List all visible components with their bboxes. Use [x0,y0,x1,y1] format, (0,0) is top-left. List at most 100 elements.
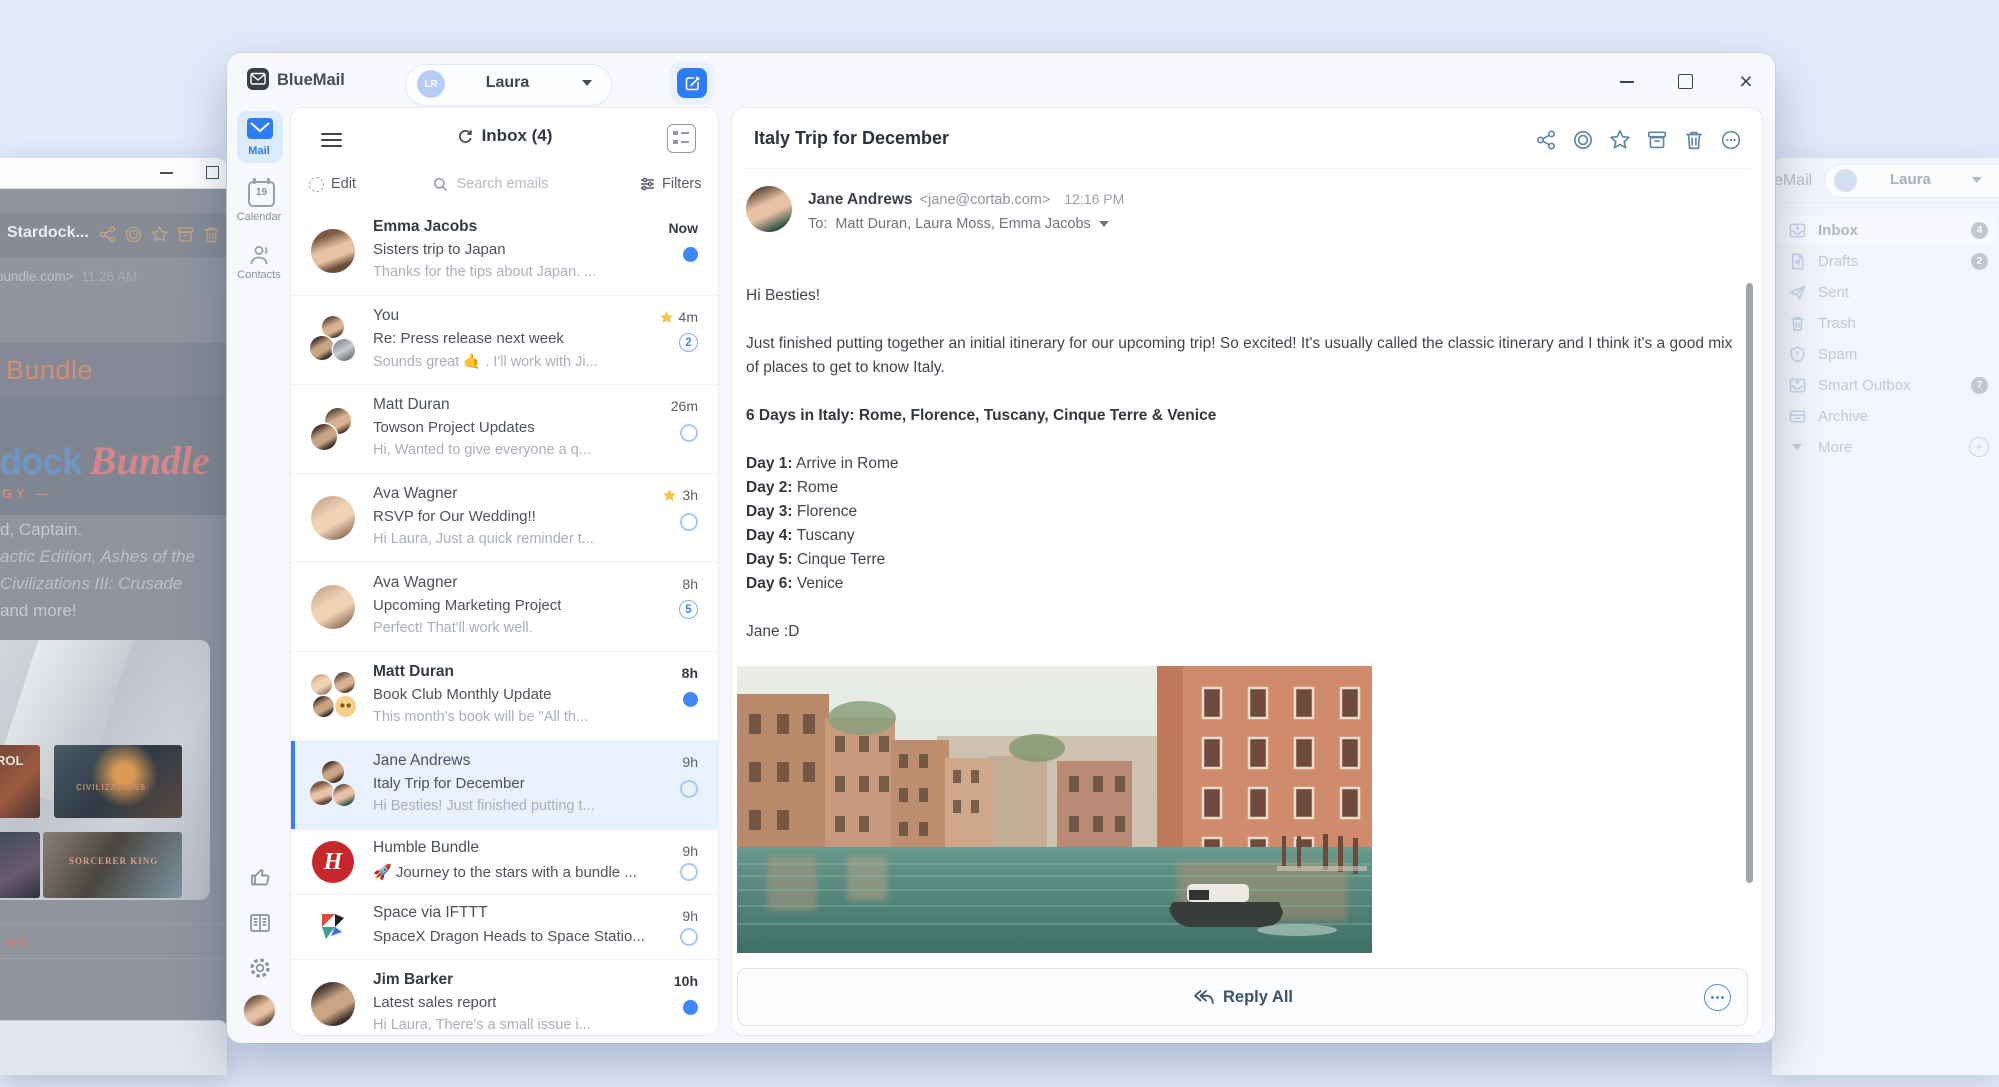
close-button[interactable]: × [1733,63,1759,99]
minimize-button[interactable] [1620,81,1634,83]
sender-email: <jane@cortab.com> [920,192,1051,208]
email-list-item[interactable]: Ava Wagner RSVP for Our Wedding!! Hi Lau… [291,473,718,562]
thread-count-badge[interactable]: 5 [679,600,698,619]
folder-item-smart-outbox[interactable]: Smart Outbox 7 [1778,371,1996,400]
email-snippet: This month's book will be "All th... [373,709,588,725]
bgl-maximize-button[interactable] [206,166,219,179]
divider [744,168,1750,169]
scrollbar-thumb[interactable] [1746,283,1753,883]
timestamp: 8h [682,665,698,681]
folder-label: Drafts [1818,253,1858,270]
avatar [309,903,357,951]
add-folder-icon[interactable]: + [1969,437,1989,457]
view-toggle-button[interactable] [667,124,696,153]
folder-label: Smart Outbox [1818,377,1911,394]
background-window-right: eMail Laura Inbox 4 Drafts 2 Sent [1772,158,1999,1075]
avatar-group [309,672,357,720]
embedded-photo[interactable] [737,666,1372,953]
reply-all-button[interactable]: Reply All [737,968,1748,1026]
reader-subject: Italy Trip for December [754,128,949,149]
itinerary-day: Day 3: Florence [746,500,1741,524]
chevron-down-icon [1972,177,1982,183]
archive-button[interactable] [1646,129,1668,151]
filter-icon [640,177,655,191]
unread-dot[interactable] [683,692,698,707]
timestamp: 10h [674,973,698,989]
itinerary-list: Day 1: Arrive in Rome Day 2: Rome Day 3:… [746,452,1741,596]
bgl-link[interactable]: ard [4,934,26,951]
filters-button[interactable]: Filters [640,176,701,192]
share-button[interactable] [1535,129,1557,151]
message-body: Hi Besties! Just finished putting togeth… [746,284,1741,668]
thread-count-badge[interactable]: 2 [679,333,698,352]
email-list-item[interactable]: Matt Duran Towson Project Updates Hi, Wa… [291,384,718,473]
spam-icon [1788,345,1807,364]
read-indicator[interactable] [680,780,698,798]
email-list-item[interactable]: H Humble Bundle 🚀 Journey to the stars w… [291,829,718,894]
timestamp: Now [668,220,698,236]
email-subject: Italy Trip for December [373,775,525,792]
mark-unread-button[interactable] [1572,129,1594,151]
maximize-button[interactable] [1678,74,1693,89]
body-signoff: Jane :D [746,620,1741,644]
thumbs-up-icon[interactable] [248,865,272,889]
email-list-item[interactable]: Ava Wagner Upcoming Marketing Project Pe… [291,562,718,651]
sender-name: Matt Duran [373,663,454,681]
email-list-item[interactable]: Space via IFTTT SpaceX Dragon Heads to S… [291,894,718,959]
avatar [309,494,357,542]
email-list-item[interactable]: Matt Duran Book Club Monthly Update This… [291,651,718,740]
newsfeed-icon[interactable] [248,911,272,935]
email-subject: SpaceX Dragon Heads to Space Statio... [373,928,645,945]
bgl-from-email: bundle.com> [0,269,74,284]
bgr-account-name: Laura [1890,171,1931,188]
folder-item-more[interactable]: More + [1778,433,1996,462]
sender-avatar [746,186,792,232]
star-button[interactable] [1609,129,1631,151]
unread-dot[interactable] [683,1000,698,1015]
rail-calendar-label: Calendar [227,211,291,223]
unread-dot[interactable] [683,247,698,262]
message-time: 12:16 PM [1064,191,1124,207]
refresh-icon[interactable] [457,128,474,145]
bgl-tagline: GY — [2,486,53,501]
trash-button[interactable] [1683,129,1705,151]
folder-badge: 7 [1971,377,1988,394]
bgl-body-line: Civilizations III: Crusade [0,574,227,594]
reply-options-button[interactable] [1704,984,1731,1011]
email-snippet: Hi Laura, There's a small issue i... [373,1017,591,1033]
more-options-button[interactable] [1720,129,1742,151]
itinerary-day: Day 5: Cinque Terre [746,548,1741,572]
search-input[interactable] [455,175,577,193]
folder-item-inbox[interactable]: Inbox 4 [1778,216,1996,245]
folder-item-spam[interactable]: Spam [1778,340,1996,369]
folder-label: Archive [1818,408,1868,425]
folder-item-sent[interactable]: Sent [1778,278,1996,307]
folder-item-trash[interactable]: Trash [1778,309,1996,338]
gear-icon[interactable] [248,956,272,980]
sender-name: You [373,307,399,325]
folder-item-drafts[interactable]: Drafts 2 [1778,247,1996,276]
email-list-item[interactable]: You Re: Press release next week Sounds g… [291,295,718,384]
compose-icon[interactable] [677,68,707,98]
bgl-minimize-button[interactable] [160,172,173,174]
folder-item-archive[interactable]: Archive [1778,402,1996,431]
timestamp: 26m [671,398,698,414]
read-indicator[interactable] [680,928,698,946]
sender-name: Matt Duran [373,396,450,414]
email-list-item[interactable]: Jim Barker Latest sales report Hi Laura,… [291,959,718,1035]
calendar-icon[interactable]: 19 [248,181,275,207]
star-icon [662,488,677,503]
read-indicator[interactable] [680,424,698,442]
read-indicator[interactable] [680,863,698,881]
user-avatar[interactable] [244,995,275,1026]
chevron-down-icon [1792,444,1802,450]
folder-label: More [1818,439,1852,456]
email-snippet: Hi, Wanted to give everyone a q... [373,442,591,458]
recipients-expander-icon[interactable] [1099,221,1109,227]
divider [1772,202,1999,203]
read-indicator[interactable] [680,513,698,531]
email-list-item-selected[interactable]: Jane Andrews Italy Trip for December Hi … [291,740,718,829]
email-list-item[interactable]: Emma Jacobs Sisters trip to Japan Thanks… [291,207,718,295]
rail-mail-label: Mail [227,145,291,157]
email-subject: Sisters trip to Japan [373,241,506,258]
